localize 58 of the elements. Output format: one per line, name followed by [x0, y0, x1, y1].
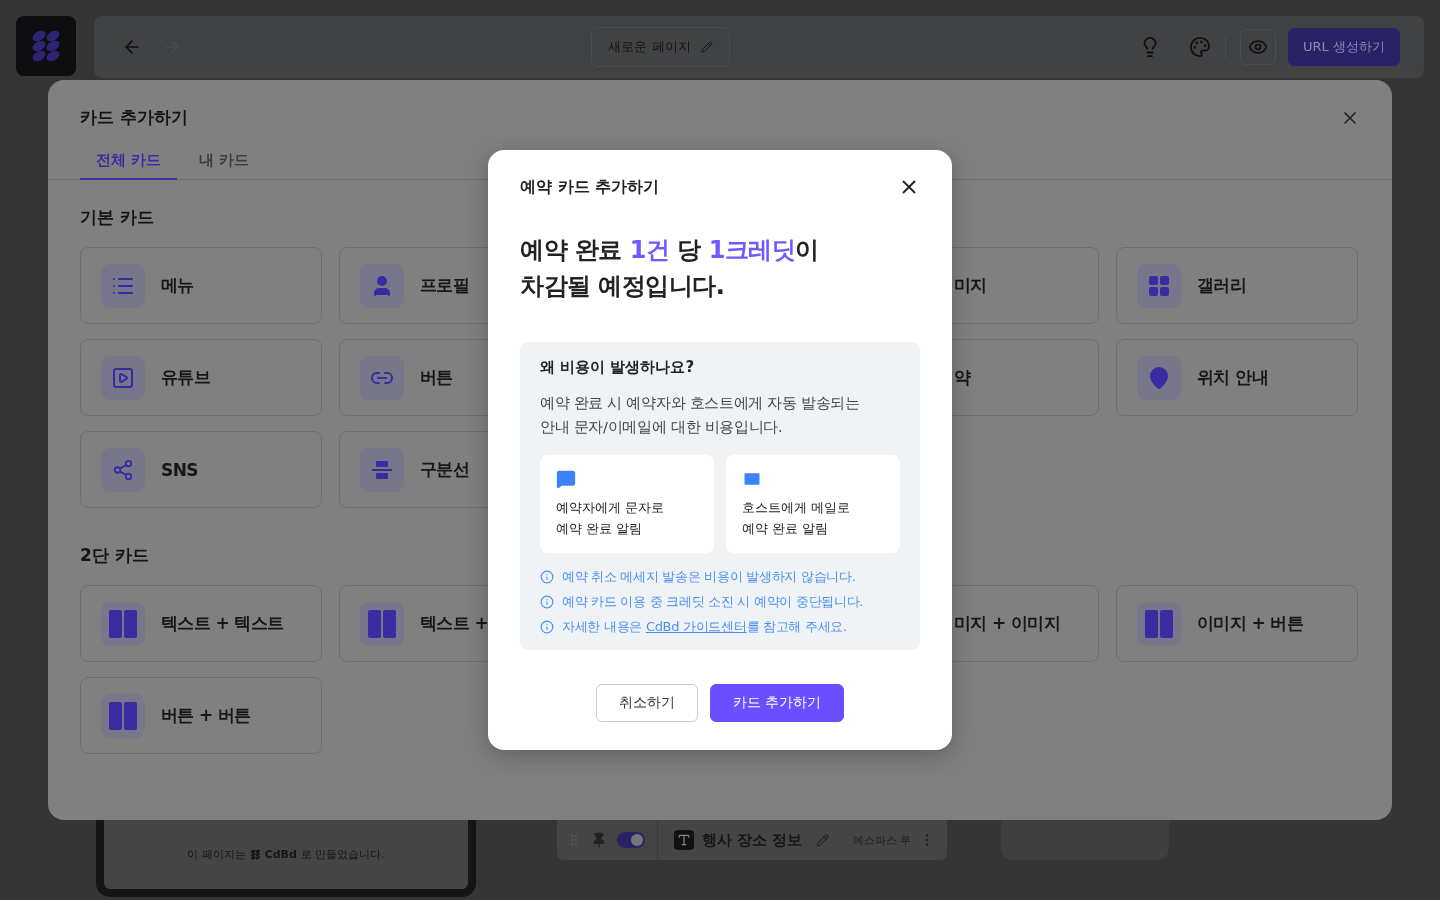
card-option[interactable]: 메뉴	[80, 247, 322, 324]
card-option[interactable]: 텍스트 + 텍스트	[80, 585, 322, 662]
modal-title: 카드 추가하기	[80, 106, 188, 129]
divider-icon	[371, 458, 393, 481]
card-option[interactable]: 이미지 + 버튼	[1116, 585, 1358, 662]
grid-icon	[1147, 273, 1171, 298]
columns-icon	[109, 609, 137, 638]
preview-button[interactable]	[1240, 29, 1277, 65]
card-option[interactable]: 갤러리	[1116, 247, 1358, 324]
columns-icon	[109, 701, 137, 730]
info-icon	[540, 594, 554, 609]
text-type-icon	[674, 830, 694, 850]
cancel-button[interactable]: 취소하기	[595, 684, 698, 722]
card-option[interactable]: SNS	[80, 431, 322, 508]
pin-icon	[1147, 365, 1171, 390]
columns-icon	[1145, 609, 1173, 638]
tab[interactable]: 전체 카드	[80, 145, 178, 180]
card-label: 버튼	[420, 366, 453, 389]
dialog-title: 예약 카드 추가하기	[520, 176, 660, 198]
logo-icon	[249, 849, 261, 860]
card-label: 메뉴	[161, 274, 194, 297]
info-icon	[540, 619, 554, 634]
share-icon	[112, 458, 134, 481]
toggle-switch[interactable]	[617, 832, 645, 848]
card-label: 이미지 + 버튼	[1197, 612, 1304, 635]
card-label: 텍스트 +	[420, 612, 489, 635]
note-text: 예약 취소 메세지 발송은 비용이 발생하지 않습니다.	[562, 568, 856, 586]
card-label: 버튼 + 버튼	[161, 704, 251, 727]
section-title: 2단 카드	[80, 544, 149, 567]
pin-icon[interactable]	[591, 832, 607, 848]
eye-icon	[1248, 37, 1269, 57]
app-logo[interactable]	[16, 16, 76, 76]
columns-icon	[368, 609, 396, 638]
pencil-icon	[700, 41, 713, 53]
card-label: 텍스트 + 텍스트	[161, 612, 284, 635]
card-label: 미지	[954, 274, 987, 297]
card-label: 위치 안내	[1197, 366, 1268, 389]
card-label: 프로필	[420, 274, 470, 297]
card-option[interactable]: 유튜브	[80, 339, 322, 416]
card-label: 미지 + 이미지	[954, 612, 1061, 635]
guide-link[interactable]: CdBd 가이드센터	[645, 619, 747, 634]
card-label: 약	[954, 366, 971, 389]
pencil-icon[interactable]	[816, 833, 830, 847]
message-icon	[556, 469, 576, 489]
card-label: 구분선	[420, 458, 470, 481]
channel-text: 호스트에게 메일로 예약 완료 알림	[742, 499, 852, 538]
card-option[interactable]: 위치 안내	[1116, 339, 1358, 416]
play-icon	[111, 365, 135, 390]
add-card-button[interactable]: 카드 추가하기	[709, 684, 845, 722]
card-option[interactable]: 버튼 + 버튼	[80, 677, 322, 754]
url-button[interactable]: URL 생성하기	[1288, 28, 1400, 66]
tab[interactable]: 내 카드	[183, 145, 266, 180]
info-icon	[540, 569, 554, 584]
palette-icon[interactable]	[1189, 36, 1212, 58]
card-label: 유튜브	[161, 366, 211, 389]
card-label: 갤러리	[1197, 274, 1247, 297]
section-title: 기본 카드	[80, 206, 154, 229]
card-label: SNS	[161, 459, 198, 480]
